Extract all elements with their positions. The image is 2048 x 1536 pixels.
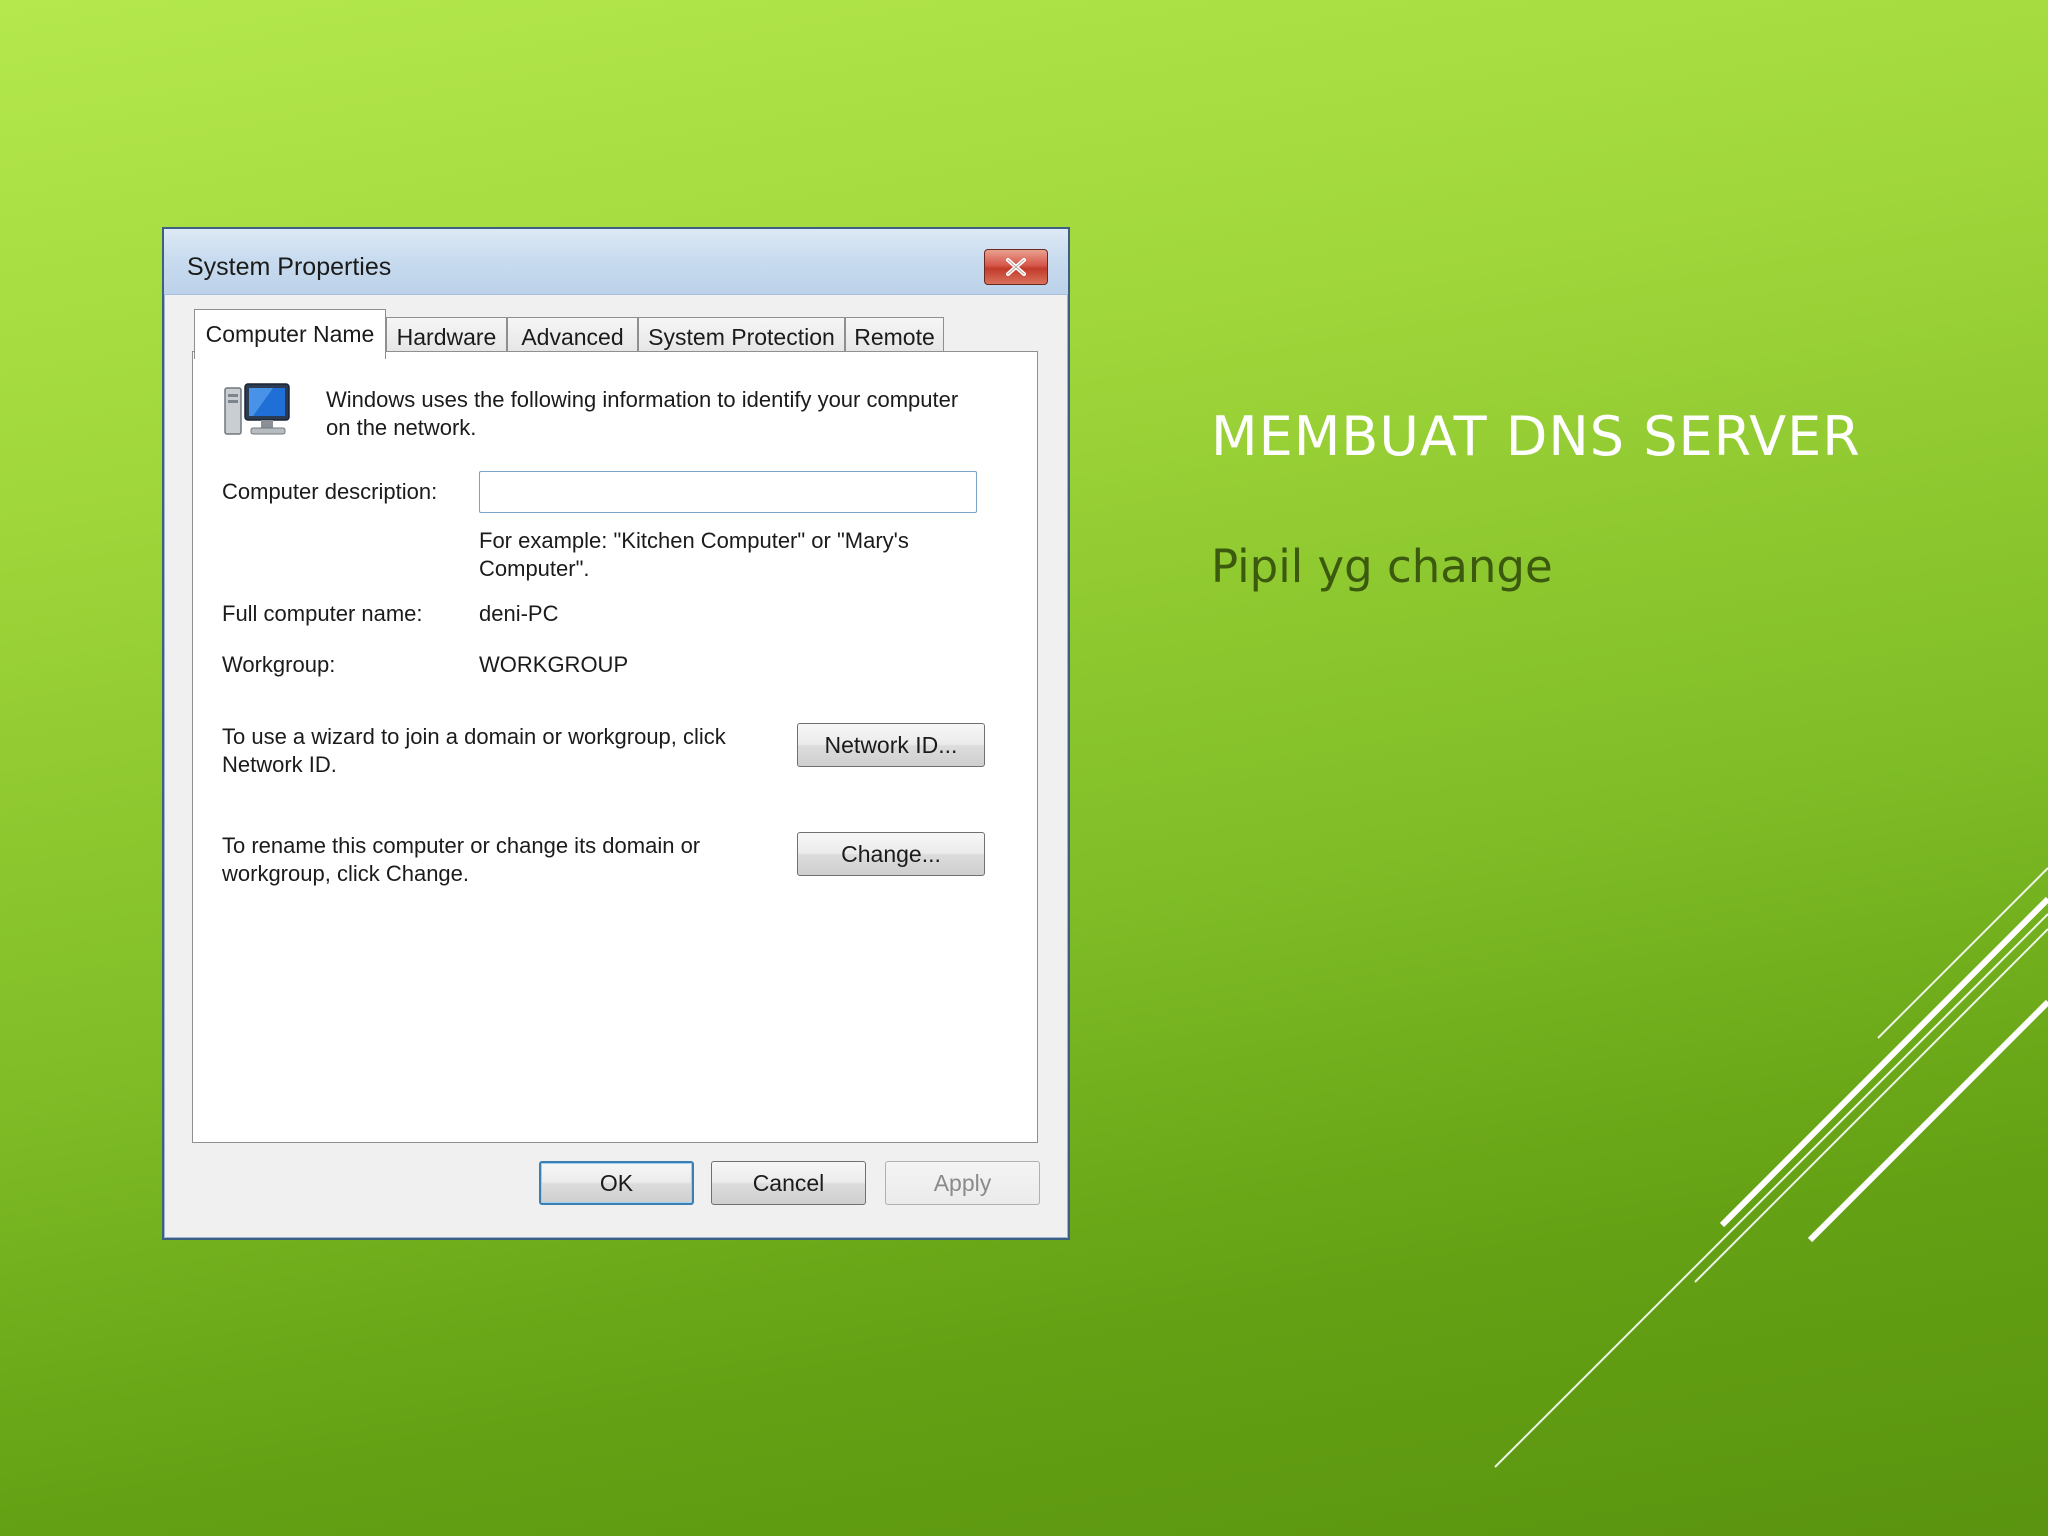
slide-subtitle: Pipil yg change bbox=[1211, 540, 1553, 593]
computer-description-label: Computer description: bbox=[222, 479, 438, 504]
cancel-button[interactable]: Cancel bbox=[711, 1161, 866, 1205]
full-computer-name-value: deni-PC bbox=[479, 601, 559, 626]
close-x-icon bbox=[1006, 258, 1026, 276]
system-properties-dialog: System Properties Computer Name Hardware… bbox=[162, 227, 1070, 1240]
change-button[interactable]: Change... bbox=[797, 832, 985, 876]
network-id-button[interactable]: Network ID... bbox=[797, 723, 985, 767]
rename-text-line2: workgroup, click Change. bbox=[222, 861, 470, 886]
dialog-titlebar[interactable]: System Properties bbox=[164, 229, 1068, 295]
info-text-line2: on the network. bbox=[326, 415, 477, 440]
apply-button: Apply bbox=[885, 1161, 1040, 1205]
workgroup-label: Workgroup: bbox=[222, 652, 336, 677]
close-button[interactable] bbox=[984, 249, 1048, 285]
workgroup-value: WORKGROUP bbox=[479, 652, 629, 677]
rename-text-line1: To rename this computer or change its do… bbox=[222, 833, 701, 858]
slide-title: MEMBUAT DNS SERVER bbox=[1211, 405, 1861, 468]
example-text-line2: Computer". bbox=[479, 556, 590, 581]
dialog-title: System Properties bbox=[187, 253, 392, 281]
info-text-line1: Windows uses the following information t… bbox=[326, 387, 959, 412]
example-text-line1: For example: "Kitchen Computer" or "Mary… bbox=[479, 528, 909, 553]
network-id-text-line2: Network ID. bbox=[222, 752, 337, 777]
computer-description-input[interactable] bbox=[479, 471, 977, 513]
computer-name-panel: Windows uses the following information t… bbox=[192, 351, 1038, 1143]
computer-monitor-icon bbox=[224, 383, 290, 435]
tab-computer-name[interactable]: Computer Name bbox=[194, 309, 386, 359]
ok-button[interactable]: OK bbox=[539, 1161, 694, 1205]
network-id-text-line1: To use a wizard to join a domain or work… bbox=[222, 724, 726, 749]
full-computer-name-label: Full computer name: bbox=[222, 601, 423, 626]
